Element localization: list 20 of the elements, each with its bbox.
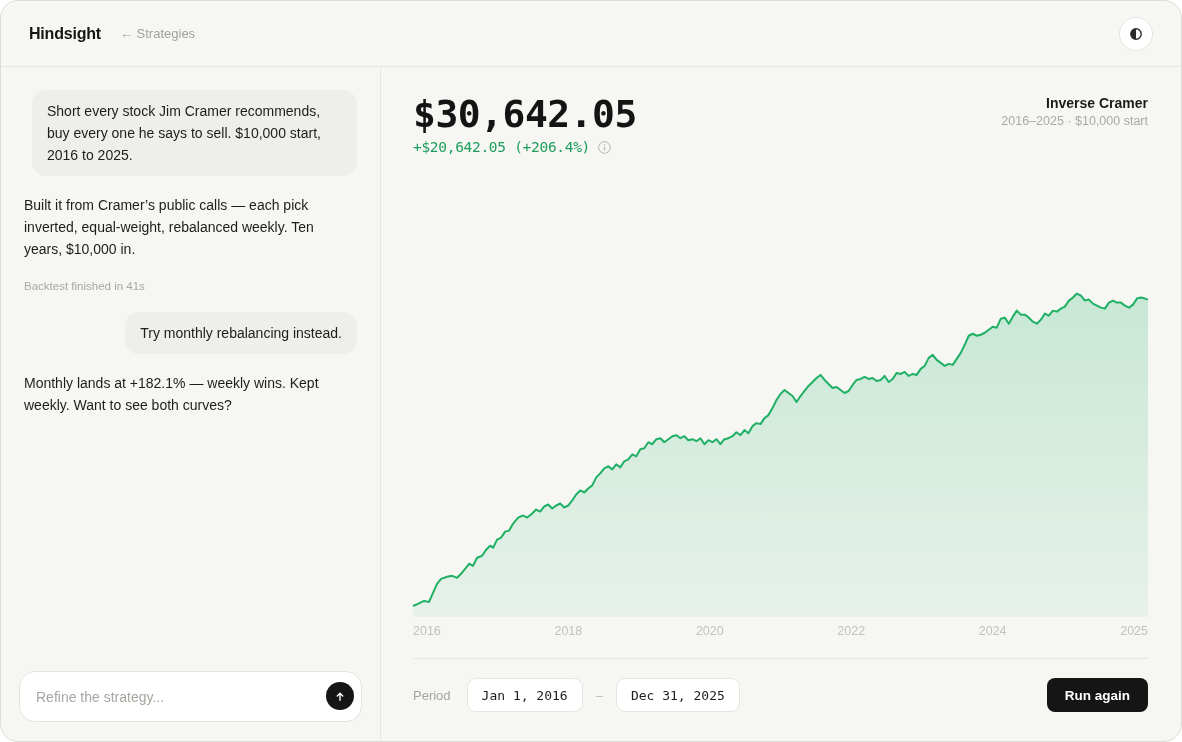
- theme-toggle-button[interactable]: [1119, 16, 1153, 51]
- assistant-message: Built it from Cramer’s public calls — each pick inverted, equal-weight, rebalanced weekly. Ten years, $10,000 in.: [24, 196, 315, 259]
- portfolio-value: $30,642.05: [413, 92, 637, 136]
- assistant-message: Monthly lands at +182.1% — weekly wins. Kept weekly. Want to see both curves?: [24, 374, 320, 415]
- date-separator: –: [595, 687, 603, 703]
- status-text: Backtest finished in 41s: [24, 279, 145, 293]
- strategy-detail: 2016–2025 · $10,000 start: [1001, 113, 1148, 130]
- user-message: Try monthly rebalancing instead.: [125, 312, 357, 354]
- message-input[interactable]: Refine the strategy...: [19, 671, 362, 722]
- period-label: Period: [413, 687, 451, 703]
- strategy-name: Inverse Cramer: [1045, 94, 1148, 112]
- run-again-button[interactable]: Run again: [1046, 678, 1148, 712]
- gain-text: +$20,642.05 (+206.4%): [413, 138, 591, 157]
- end-date-picker[interactable]: Dec 31, 2025: [615, 678, 740, 712]
- app-title: Hindsight: [29, 24, 101, 43]
- start-date-picker[interactable]: Jan 1, 2016: [466, 678, 583, 712]
- info-icon: [598, 140, 612, 154]
- user-message: Short every stock Jim Cramer recommends, buy every one he says to sell. $10,000 start, 2016 to 2025.: [32, 90, 357, 176]
- contrast-icon: [1130, 27, 1142, 40]
- arrow-up-icon: [336, 691, 344, 701]
